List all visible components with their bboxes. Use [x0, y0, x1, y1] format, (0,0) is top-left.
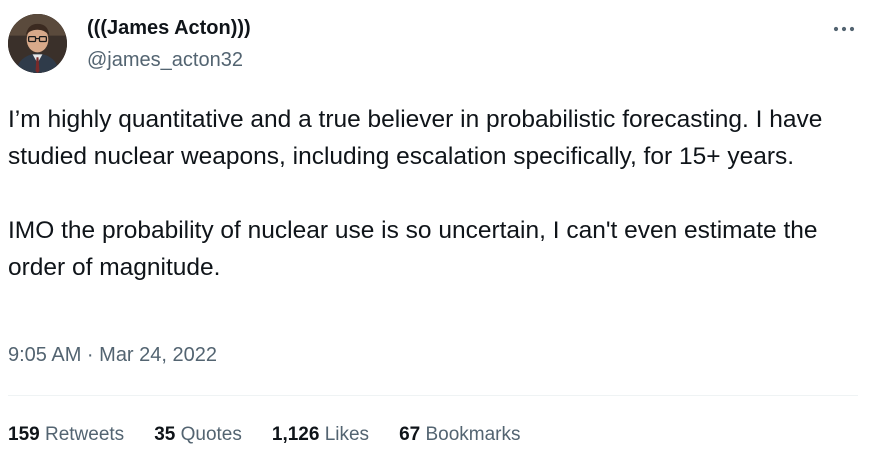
avatar[interactable] — [8, 14, 67, 73]
tweet-stats: 159 Retweets 35 Quotes 1,126 Likes 67 Bo… — [8, 424, 521, 446]
retweets-label: Retweets — [44, 424, 125, 445]
tweet-text: I’m highly quantitative and a true belie… — [8, 101, 853, 286]
quotes-stat[interactable]: 35 Quotes — [154, 424, 242, 446]
bookmarks-count: 67 — [399, 424, 421, 445]
likes-stat[interactable]: 1,126 Likes — [272, 424, 369, 446]
tweet-paragraph: IMO the probability of nuclear use is so… — [8, 217, 825, 281]
more-options-button[interactable] — [829, 14, 859, 44]
bookmarks-stat[interactable]: 67 Bookmarks — [399, 424, 520, 446]
divider — [8, 395, 858, 396]
retweets-stat[interactable]: 159 Retweets — [8, 424, 124, 446]
quotes-label: Quotes — [180, 424, 242, 445]
quotes-count: 35 — [154, 424, 176, 445]
author-handle[interactable]: @james_acton32 — [87, 49, 243, 72]
likes-count: 1,126 — [271, 424, 320, 445]
avatar-image — [8, 14, 67, 73]
retweets-count: 159 — [8, 424, 40, 445]
tweet-paragraph: I’m highly quantitative and a true belie… — [8, 106, 830, 170]
tweet-timestamp[interactable]: 9:05 AM · Mar 24, 2022 — [8, 344, 217, 367]
likes-label: Likes — [324, 424, 370, 445]
author-display-name[interactable]: (((James Acton))) — [87, 17, 251, 40]
bookmarks-label: Bookmarks — [425, 424, 521, 445]
more-horizontal-icon — [833, 26, 855, 32]
